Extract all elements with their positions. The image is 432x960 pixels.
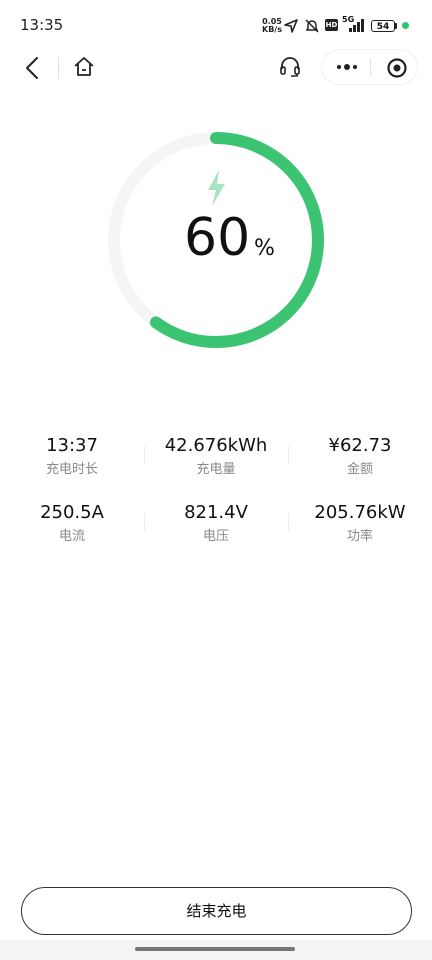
- home-indicator[interactable]: [135, 947, 295, 951]
- mute-icon: [305, 19, 319, 33]
- home-icon[interactable]: [72, 55, 96, 79]
- stat-label: 金额: [346, 462, 373, 477]
- battery-level: 54: [376, 22, 390, 32]
- nav-divider: [58, 57, 59, 79]
- nav-bar: [0, 48, 432, 88]
- stat-value: 205.76kW: [314, 502, 406, 523]
- stat-value: 250.5A: [40, 502, 104, 523]
- battery-icon: 54: [371, 20, 395, 32]
- charging-dot: [402, 22, 409, 29]
- status-time: 13:35: [20, 16, 64, 34]
- stat-label: 电压: [202, 529, 229, 544]
- stat-voltage: 821.4V 电压: [144, 501, 288, 547]
- stat-power: 205.76kW 功率: [288, 501, 432, 547]
- stat-value: 13:37: [46, 435, 98, 456]
- stat-label: 充电时长: [45, 462, 98, 477]
- capsule-divider: [370, 58, 371, 76]
- stat-charge-duration: 13:37 充电时长: [0, 434, 144, 480]
- headset-icon[interactable]: [278, 55, 302, 81]
- stat-current: 250.5A 电流: [0, 501, 144, 547]
- charge-percent-unit: %: [254, 236, 275, 261]
- charge-percent: 60: [184, 208, 251, 268]
- stat-label: 电流: [58, 529, 85, 544]
- network-speed: 0.05 KB/s: [262, 18, 282, 34]
- network-speed-unit: KB/s: [262, 25, 282, 34]
- battery-tip: [395, 23, 397, 29]
- end-charging-button[interactable]: 结束充电: [21, 887, 412, 935]
- stat-value: 821.4V: [184, 502, 248, 523]
- status-bar: 13:35 0.05 KB/s HD 5G 54: [0, 0, 432, 52]
- stat-value: ¥62.73: [328, 435, 392, 456]
- back-icon[interactable]: [22, 56, 44, 80]
- more-icon[interactable]: [335, 60, 359, 74]
- lightning-bolt-icon: [208, 170, 225, 206]
- location-arrow-icon: [284, 19, 298, 33]
- stat-charge-amount: 42.676kWh 充电量: [144, 434, 288, 480]
- close-target-icon[interactable]: [386, 57, 408, 79]
- stat-label: 功率: [346, 529, 373, 544]
- stat-label: 充电量: [196, 462, 236, 477]
- stat-cost: ¥62.73 金额: [288, 434, 432, 480]
- stat-value: 42.676kWh: [164, 435, 268, 456]
- hd-icon: HD: [325, 19, 338, 31]
- signal-icon: [349, 19, 364, 32]
